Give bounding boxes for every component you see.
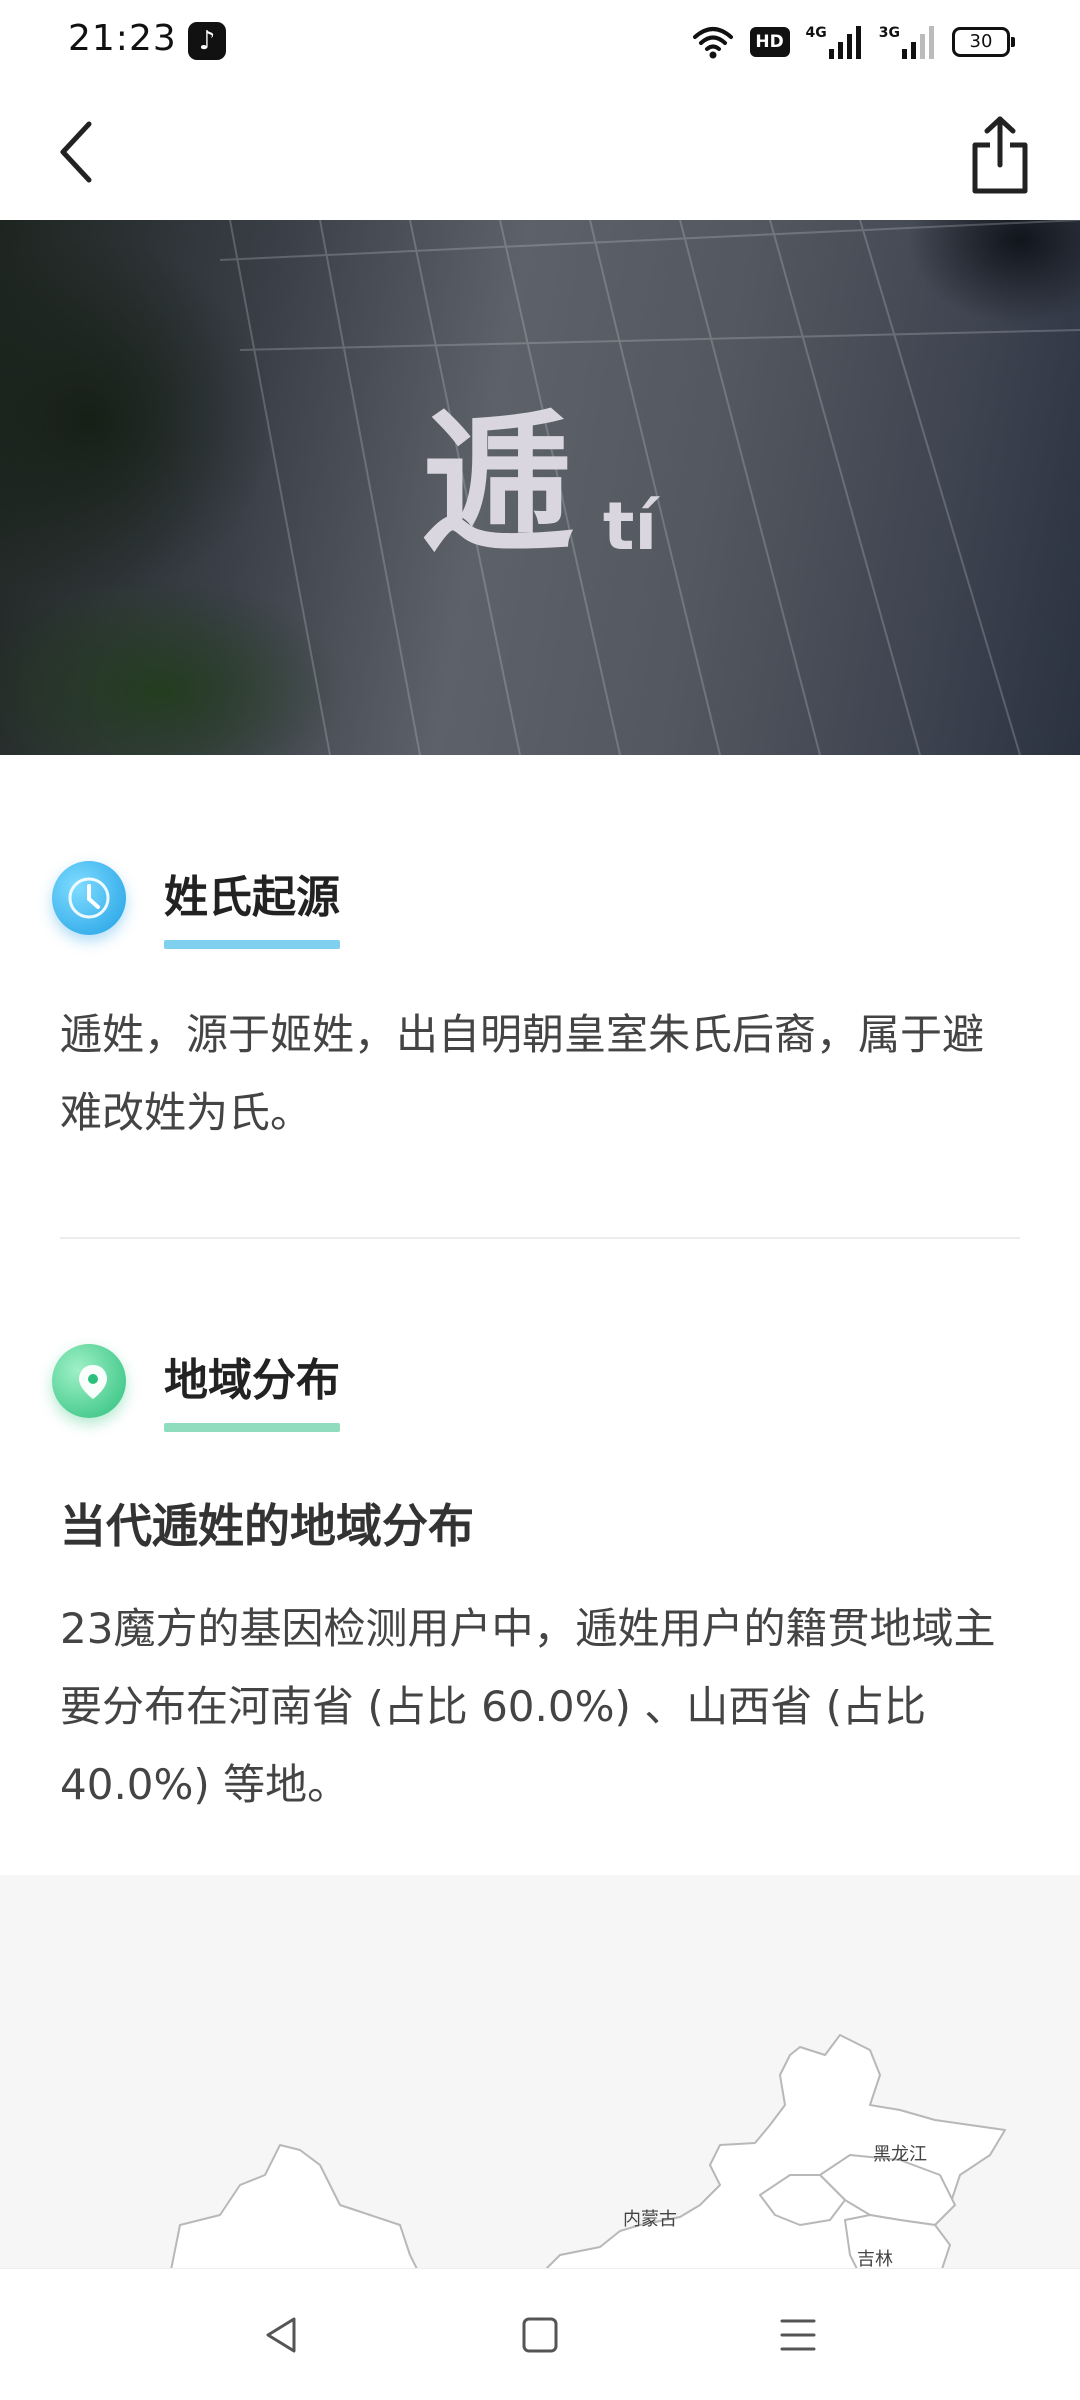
nav-home-button[interactable] bbox=[500, 2299, 580, 2371]
origin-title: 姓氏起源 bbox=[164, 861, 340, 949]
region-section-header: 地域分布 bbox=[52, 1341, 340, 1432]
signal-4g: 4G bbox=[806, 25, 863, 59]
battery-icon: 30 bbox=[952, 27, 1015, 57]
origin-section-header: 姓氏起源 bbox=[52, 858, 340, 949]
signal-bars-icon bbox=[828, 26, 861, 59]
status-bar: 21:23 ♪ HD 4G 3G 30 bbox=[0, 0, 1080, 82]
region-title: 地域分布 bbox=[164, 1344, 340, 1432]
nav-menu-button[interactable] bbox=[758, 2299, 838, 2371]
region-subtitle: 当代逓姓的地域分布 bbox=[60, 1499, 474, 1553]
origin-text: 逓姓，源于姬姓，出自明朝皇室朱氏后裔，属于避难改姓为氏。 bbox=[60, 1010, 985, 1137]
chevron-left-icon bbox=[60, 121, 92, 183]
surname-pinyin: tí bbox=[602, 488, 658, 565]
signal-bars-weak-icon bbox=[902, 26, 934, 59]
region-title-underline bbox=[164, 1423, 340, 1432]
surname-character: 逓 bbox=[422, 398, 573, 572]
status-time: 21:23 bbox=[68, 18, 177, 59]
triangle-back-icon bbox=[266, 2317, 296, 2353]
section-divider bbox=[60, 1237, 1020, 1239]
origin-title-text: 姓氏起源 bbox=[164, 872, 340, 923]
region-title-text: 地域分布 bbox=[164, 1355, 340, 1406]
share-icon bbox=[972, 116, 1028, 194]
share-button[interactable] bbox=[960, 110, 1040, 200]
nav-back-button[interactable] bbox=[242, 2299, 322, 2371]
signal-4g-label: 4G bbox=[805, 25, 827, 41]
region-text: 23魔方的基因检测用户中，逓姓用户的籍贯地域主要分布在河南省 (占比 60.0%… bbox=[60, 1604, 996, 1809]
map-label-neimenggu: 内蒙古 bbox=[623, 2209, 677, 2230]
signal-3g: 3G bbox=[879, 25, 936, 59]
clock-icon bbox=[52, 861, 126, 935]
map-label-jilin: 吉林 bbox=[857, 2249, 893, 2268]
square-home-icon bbox=[522, 2317, 558, 2353]
wifi-icon bbox=[692, 27, 733, 59]
system-navigation-bar bbox=[0, 2268, 1080, 2400]
china-map-outline bbox=[170, 2034, 1006, 2268]
origin-title-underline bbox=[164, 940, 340, 949]
distribution-map[interactable]: 黑龙江 内蒙古 吉林 bbox=[0, 1875, 1080, 2268]
map-label-heilongjiang: 黑龙江 bbox=[873, 2144, 927, 2165]
tiktok-icon: ♪ bbox=[188, 22, 226, 60]
hero-title: 逓 tí bbox=[0, 410, 1080, 560]
location-pin-icon bbox=[52, 1344, 126, 1418]
status-icons: HD 4G 3G 30 bbox=[692, 22, 1015, 62]
menu-lines-icon bbox=[780, 2319, 816, 2351]
hd-badge: HD bbox=[749, 27, 790, 57]
signal-3g-label: 3G bbox=[878, 25, 900, 41]
app-header bbox=[0, 82, 1080, 220]
hero-banner: 逓 tí bbox=[0, 220, 1080, 755]
back-button[interactable] bbox=[40, 112, 110, 192]
